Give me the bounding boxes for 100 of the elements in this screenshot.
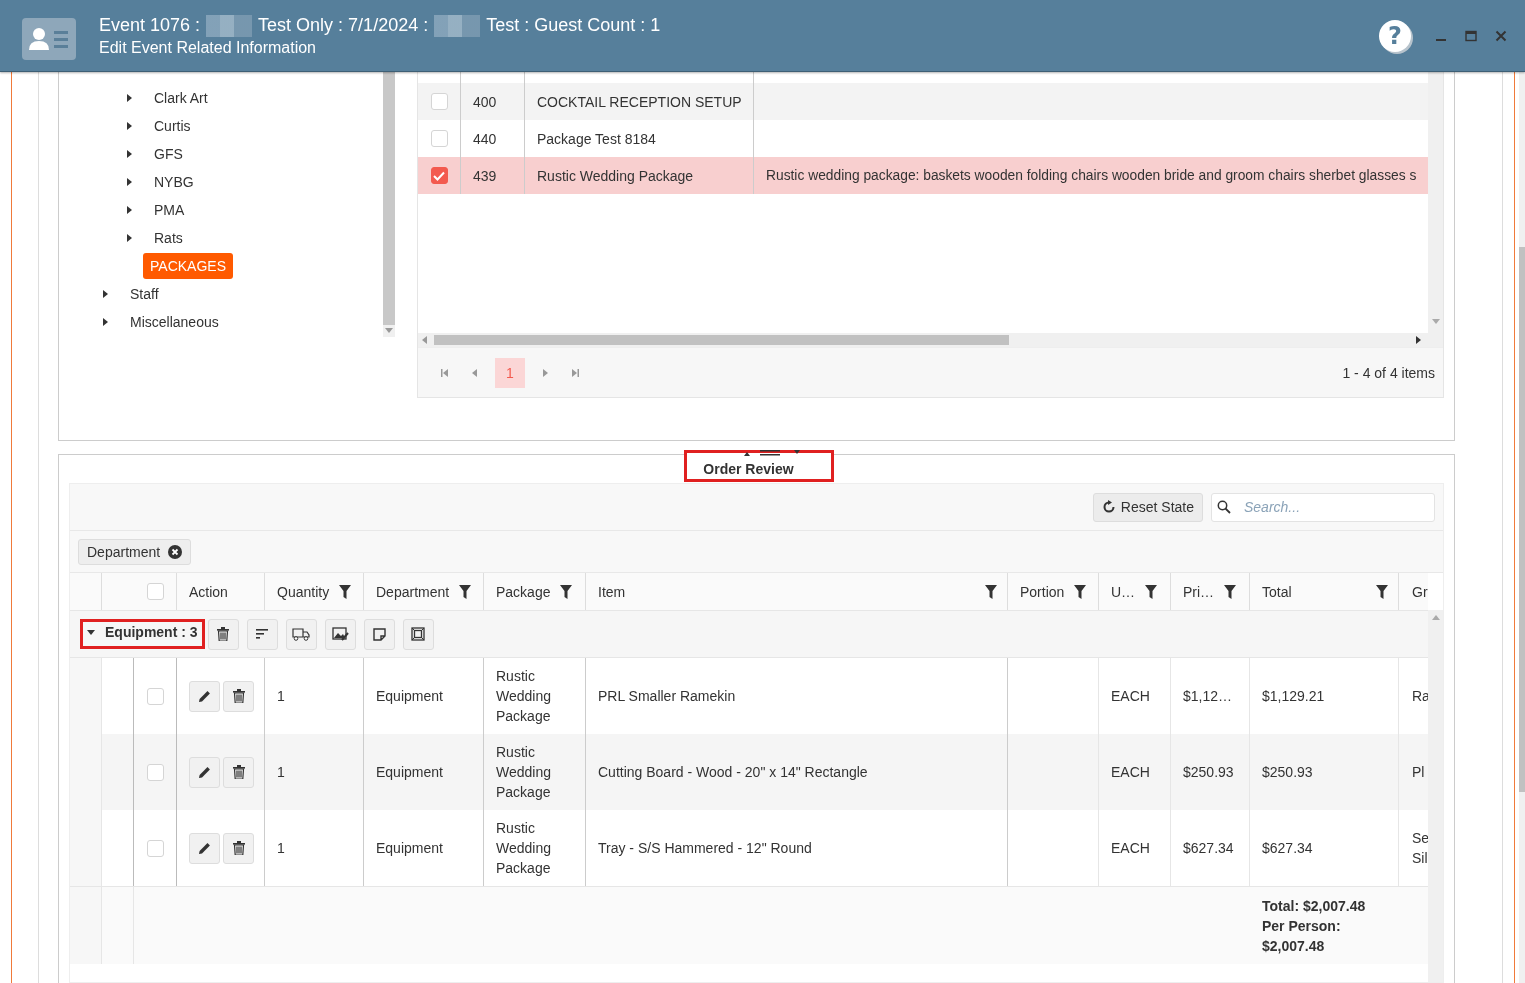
scroll-arrow-icon[interactable]: [1415, 336, 1421, 344]
table-cell-text: $250.93: [1262, 763, 1313, 782]
table-cell-text: Rustic Wedding Package: [496, 743, 552, 802]
sort-icon: [256, 628, 269, 640]
column-header[interactable]: U…: [1111, 583, 1136, 600]
table-cell-text: Se Sil: [1412, 829, 1430, 868]
frame-icon: [411, 627, 426, 641]
table-cell-text: 1: [277, 763, 285, 782]
column-header[interactable]: Gr: [1412, 583, 1428, 600]
column-header[interactable]: Pri…: [1183, 583, 1215, 600]
reset-state-button[interactable]: Reset State: [1092, 492, 1203, 522]
table-cell-text: Equipment: [376, 839, 443, 858]
page-scrollbar[interactable]: [1519, 72, 1525, 983]
search-field[interactable]: Search...: [1211, 492, 1435, 522]
delete-button[interactable]: [207, 618, 239, 650]
help-button[interactable]: ?: [1379, 19, 1411, 52]
check-icon: [433, 170, 445, 181]
trash-icon: [232, 689, 245, 703]
refresh-icon: [1101, 500, 1116, 514]
package-row[interactable]: 400 COCKTAIL RECEPTION SETUP: [418, 83, 1428, 120]
redacted-block: [434, 14, 481, 37]
filter-icon[interactable]: [339, 584, 352, 599]
image-edit-icon: [331, 627, 349, 641]
filter-icon[interactable]: [459, 584, 472, 599]
column-header[interactable]: Package: [496, 583, 551, 600]
caret-icon[interactable]: [102, 318, 109, 326]
window-title: Test : Guest Count : 1: [486, 15, 661, 36]
table-cell: 439: [461, 157, 525, 194]
table-cell-text: Pl: [1412, 763, 1425, 782]
remove-icon[interactable]: [168, 544, 183, 559]
tree-item[interactable]: Miscellaneous: [123, 309, 226, 335]
group-chip[interactable]: Department: [78, 538, 192, 565]
tree-item[interactable]: Curtis: [147, 113, 198, 139]
pencil-icon: [198, 689, 211, 703]
truck-button[interactable]: [285, 618, 317, 650]
scrollbar[interactable]: [383, 72, 395, 337]
table-cell-text: Equipment: [376, 763, 443, 782]
scrollbar[interactable]: [1428, 610, 1443, 982]
delete-button[interactable]: [223, 756, 254, 788]
pencil-icon: [198, 841, 211, 855]
caret-icon[interactable]: [126, 178, 133, 186]
frame-button[interactable]: [402, 618, 434, 650]
edit-button[interactable]: [189, 832, 220, 864]
window-title: Event 1076 :: [99, 15, 201, 36]
filter-icon[interactable]: [1376, 584, 1388, 599]
column-header[interactable]: Total: [1262, 583, 1292, 600]
tree-item[interactable]: Staff: [123, 281, 166, 307]
delete-button[interactable]: [223, 680, 254, 712]
table-cell-text: $627.34: [1183, 839, 1234, 858]
edit-button[interactable]: [189, 680, 220, 712]
scrollbar-thumb[interactable]: [434, 335, 1009, 345]
window-title: Test Only : 7/1/2024 :: [258, 15, 429, 36]
window-subtitle: Edit Event Related Information: [99, 38, 317, 57]
caret-icon[interactable]: [126, 234, 133, 242]
checkbox[interactable]: [430, 167, 448, 184]
tree-item[interactable]: Clark Art: [147, 85, 215, 111]
image-edit-button[interactable]: [324, 618, 356, 650]
column-header[interactable]: Action: [189, 583, 228, 600]
edit-button[interactable]: [189, 756, 220, 788]
sort-button[interactable]: [246, 618, 278, 650]
caret-icon[interactable]: [102, 290, 109, 298]
delete-button[interactable]: [223, 832, 254, 864]
table-cell-text: PRL Smaller Ramekin: [598, 687, 736, 706]
caret-icon[interactable]: [126, 94, 133, 102]
caret-icon[interactable]: [126, 206, 133, 214]
redacted-block: [206, 14, 253, 37]
column-header[interactable]: Quantity: [277, 583, 330, 600]
package-row[interactable]: 439 Rustic Wedding Package Rustic wedding package: baskets wooden folding chairs wooden bride and groom chairs sherbet glasses s: [418, 157, 1428, 194]
trash-icon: [232, 765, 245, 779]
filter-icon[interactable]: [560, 584, 573, 599]
filter-icon[interactable]: [1145, 584, 1158, 599]
maximize-icon[interactable]: [1465, 29, 1477, 42]
horizontal-scrollbar[interactable]: [418, 333, 1443, 347]
filter-icon[interactable]: [1074, 584, 1087, 599]
column-header[interactable]: Department: [376, 583, 450, 600]
column-header[interactable]: Item: [598, 583, 626, 600]
filter-icon[interactable]: [985, 584, 997, 599]
column-header[interactable]: Portion: [1020, 583, 1065, 600]
table-cell-text: Equipment: [376, 687, 443, 706]
tree-item[interactable]: NYBG: [147, 169, 201, 195]
total-text: $2,007.48: [1262, 937, 1326, 956]
close-icon[interactable]: [1495, 29, 1507, 42]
group-header[interactable]: Equipment : 3: [80, 619, 205, 649]
tree-item[interactable]: PMA: [147, 197, 192, 223]
table-cell-text: 1: [277, 839, 285, 858]
table-cell-text: $627.34: [1262, 839, 1313, 858]
splitter-icon[interactable]: [743, 449, 800, 457]
caret-icon[interactable]: [126, 150, 133, 158]
scrollbar[interactable]: [1428, 72, 1443, 333]
filter-icon[interactable]: [1224, 584, 1237, 599]
table-cell-text: $1,129.21: [1262, 687, 1325, 706]
tree-item[interactable]: Rats: [147, 225, 190, 251]
truck-icon: [292, 627, 311, 641]
note-button[interactable]: [363, 618, 395, 650]
table-cell: Rustic Wedding Package: [525, 157, 754, 194]
table-cell-text: EACH: [1111, 839, 1150, 858]
caret-icon[interactable]: [126, 122, 133, 130]
tree-item[interactable]: GFS: [147, 141, 190, 167]
total-text: Total: $2,007.48: [1262, 897, 1367, 916]
table-cell-text: EACH: [1111, 763, 1150, 782]
